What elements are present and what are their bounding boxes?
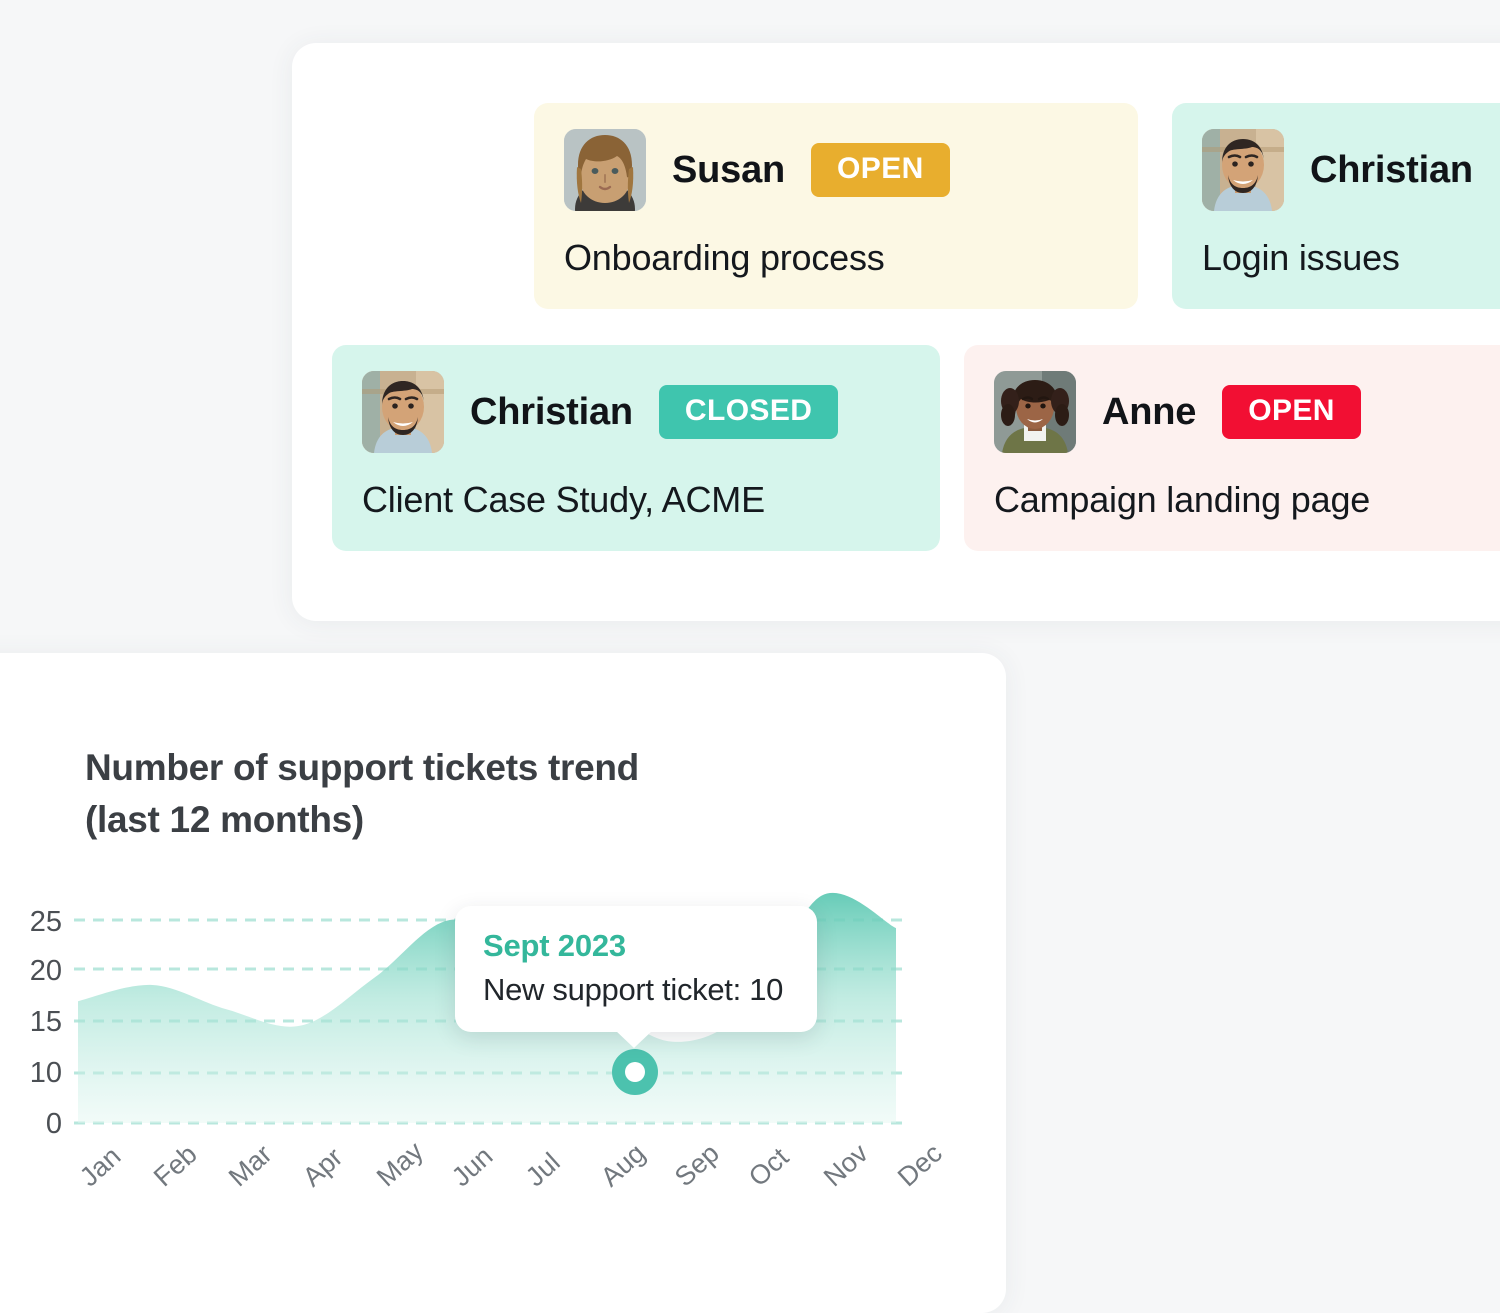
ticket-header: Susan OPEN (564, 129, 1108, 211)
y-axis-label-0: 0 (45, 1108, 62, 1140)
ticket-header: Christian CLOSED (362, 371, 910, 453)
status-badge-open[interactable]: OPEN (1222, 385, 1361, 439)
ticket-name: Anne (1102, 390, 1197, 433)
ticket-header: Christian (1202, 129, 1500, 211)
tickets-panel: Susan OPEN Onboarding process Christian … (292, 43, 1500, 621)
ticket-card-susan[interactable]: Susan OPEN Onboarding process (534, 103, 1138, 309)
ticket-name: Susan (672, 148, 786, 191)
ticket-subject: Login issues (1202, 237, 1400, 278)
ticket-name: Christian (1310, 148, 1473, 191)
ticket-name: Christian (470, 390, 633, 433)
y-axis-label-20: 20 (29, 955, 62, 987)
ticket-subject: Client Case Study, ACME (362, 479, 765, 520)
tooltip-value: New support ticket: 10 (483, 972, 784, 1007)
ticket-card-christian-login[interactable]: Christian Login issues (1172, 103, 1500, 309)
tooltip-title: Sept 2023 (483, 928, 626, 963)
avatar-christian (1202, 129, 1284, 211)
y-axis-label-10: 10 (29, 1057, 62, 1089)
ticket-card-anne[interactable]: Anne OPEN Campaign landing page (964, 345, 1500, 551)
y-axis-label-15: 15 (29, 1006, 62, 1038)
ticket-header: Anne OPEN (994, 371, 1500, 453)
ticket-card-christian-case[interactable]: Christian CLOSED Client Case Study, ACME (332, 345, 940, 551)
tooltip-arrow-icon (615, 1030, 653, 1048)
ticket-subject: Onboarding process (564, 237, 885, 278)
avatar-christian (362, 371, 444, 453)
chart-tooltip: Sept 2023 New support ticket: 10 (455, 906, 817, 1048)
status-badge-open[interactable]: OPEN (811, 143, 950, 197)
status-badge-closed[interactable]: CLOSED (658, 385, 839, 439)
ticket-subject: Campaign landing page (994, 479, 1371, 520)
y-axis-label-25: 25 (29, 906, 62, 938)
avatar-anne (994, 371, 1076, 453)
chart-data-point-marker[interactable] (612, 1049, 658, 1095)
avatar-susan (564, 129, 646, 211)
